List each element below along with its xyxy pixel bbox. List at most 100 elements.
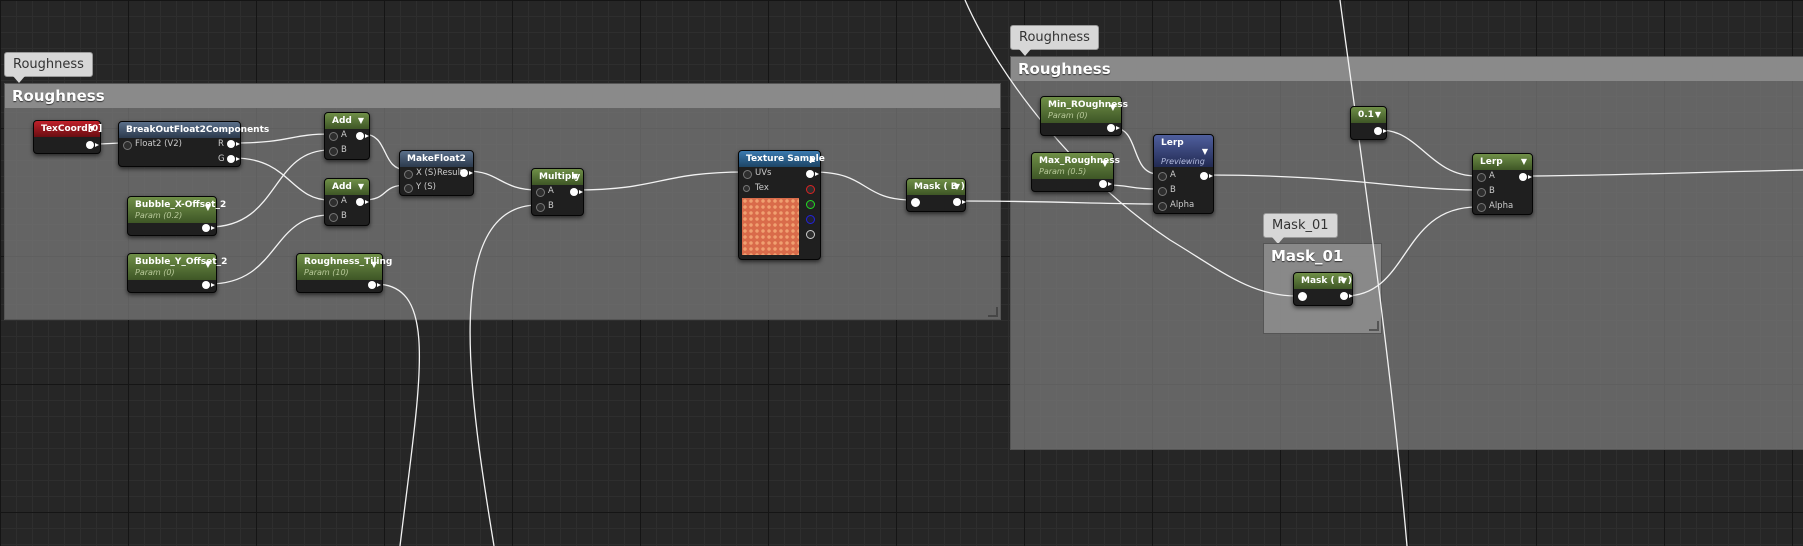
output-pin-a[interactable] <box>806 230 815 239</box>
node-header[interactable]: MakeFloat2 <box>400 151 473 167</box>
node-header[interactable]: Min_ROughness Param (0) ▼ <box>1041 97 1128 123</box>
collapse-arrow-icon[interactable]: ▼ <box>358 182 364 191</box>
input-pin-a[interactable] <box>1158 172 1167 181</box>
pin-label: B <box>341 211 347 221</box>
input-pin-x[interactable] <box>404 170 413 179</box>
input-pin-b[interactable] <box>329 147 338 156</box>
roughness-tiling-param-node[interactable]: Roughness_Tiling Param (10) ▼ <box>296 253 392 293</box>
collapse-arrow-icon[interactable]: ▼ <box>205 260 211 269</box>
input-pin-alpha[interactable] <box>1477 203 1486 212</box>
node-header[interactable]: Lerp ▼ <box>1473 154 1532 170</box>
output-pin-rgb[interactable] <box>806 170 819 178</box>
add-node[interactable]: Add ▼ A B <box>324 178 370 226</box>
node-header[interactable]: Bubble_Y_Offset_2 Param (0) ▼ <box>128 254 227 280</box>
collapse-arrow-icon[interactable]: ▼ <box>1521 157 1527 166</box>
collapse-arrow-icon[interactable]: ▼ <box>1375 110 1381 119</box>
output-pin[interactable] <box>1340 292 1353 300</box>
node-header[interactable]: Roughness_Tiling Param (10) ▼ <box>297 254 392 280</box>
lerp-node-previewing[interactable]: Lerp Previewing ▼ A B Alpha <box>1153 134 1214 214</box>
input-pin[interactable] <box>123 141 132 150</box>
input-pin-b[interactable] <box>536 203 545 212</box>
node-header[interactable]: Mask ( B ) ▼ <box>907 179 965 195</box>
output-pin-g[interactable] <box>227 155 240 163</box>
output-pin[interactable] <box>368 281 381 289</box>
output-pin[interactable] <box>570 188 583 196</box>
makefloat2-node[interactable]: MakeFloat2 X (S) Result Y (S) <box>399 150 474 196</box>
constant-node[interactable]: 0.1 ▼ <box>1350 106 1387 140</box>
mask-r-node[interactable]: Mask ( R ) ▼ <box>1293 272 1353 306</box>
output-pin[interactable] <box>356 132 369 140</box>
node-header[interactable]: Mask ( R ) ▼ <box>1294 273 1352 289</box>
collapse-arrow-icon[interactable]: ▲ <box>809 154 815 163</box>
texture-sample-node[interactable]: Texture Sample ▲ UVs Tex <box>738 150 825 260</box>
collapse-arrow-icon[interactable]: ▼ <box>1341 276 1347 285</box>
input-pin-a[interactable] <box>536 188 545 197</box>
node-header[interactable]: Lerp Previewing ▼ <box>1154 135 1213 167</box>
node-header[interactable]: Texture Sample ▲ <box>739 151 825 167</box>
input-pin-alpha[interactable] <box>1158 202 1167 211</box>
output-pin[interactable] <box>953 198 966 206</box>
pin-label: A <box>341 196 347 206</box>
lerp-node[interactable]: Lerp ▼ A B Alpha <box>1472 153 1533 215</box>
node-title: Min_ROughness <box>1048 100 1129 110</box>
collapse-arrow-icon[interactable]: ▼ <box>371 260 377 269</box>
output-pin[interactable] <box>356 198 369 206</box>
node-header[interactable]: Bubble_X-Offset_2 Param (0.2) ▼ <box>128 197 226 223</box>
mask-b-node[interactable]: Mask ( B ) ▼ <box>906 178 966 212</box>
output-pin[interactable] <box>1374 127 1387 135</box>
output-pin-b[interactable] <box>806 215 815 224</box>
collapse-arrow-icon[interactable]: ▼ <box>358 116 364 125</box>
input-pin-a[interactable] <box>1477 173 1486 182</box>
pin-label: Alpha <box>1170 200 1195 210</box>
output-pin[interactable] <box>202 281 215 289</box>
min-roughness-param-node[interactable]: Min_ROughness Param (0) ▼ <box>1040 96 1128 136</box>
output-pin-r[interactable] <box>227 140 240 148</box>
output-pin[interactable] <box>1519 173 1532 181</box>
breakout-float2-node[interactable]: BreakOutFloat2Components Float2 (V2) R G <box>118 121 269 167</box>
input-pin-uvs[interactable] <box>743 170 752 179</box>
input-pin-b[interactable] <box>1477 188 1486 197</box>
output-pin[interactable] <box>1200 172 1213 180</box>
output-pin[interactable] <box>1099 180 1112 188</box>
node-header[interactable]: Multiply ▼ <box>532 169 583 185</box>
input-pin-b[interactable] <box>1158 187 1167 196</box>
input-pin-tex[interactable] <box>743 185 750 192</box>
add-node[interactable]: Add ▼ A B <box>324 112 370 160</box>
input-pin-y[interactable] <box>404 184 413 193</box>
node-title: Lerp <box>1480 157 1503 167</box>
node-title: Lerp <box>1161 138 1184 148</box>
bubble-x-offset-param-node[interactable]: Bubble_X-Offset_2 Param (0.2) ▼ <box>127 196 226 236</box>
bubble-y-offset-param-node[interactable]: Bubble_Y_Offset_2 Param (0) ▼ <box>127 253 227 293</box>
pin-label: Y (S) <box>416 182 436 192</box>
collapse-arrow-icon[interactable]: ▼ <box>1102 159 1108 168</box>
node-header[interactable]: TexCoord[0] ▼ <box>34 121 102 137</box>
output-pin-r[interactable] <box>806 185 815 194</box>
node-header[interactable]: Max_Roughness Param (0.5) ▼ <box>1032 153 1120 179</box>
collapse-arrow-icon[interactable]: ▼ <box>572 172 578 181</box>
multiply-node[interactable]: Multiply ▼ A B <box>531 168 584 216</box>
texcoord-node[interactable]: TexCoord[0] ▼ <box>33 120 102 154</box>
node-header[interactable]: BreakOutFloat2Components <box>119 122 269 138</box>
output-pin[interactable] <box>460 169 473 177</box>
output-pin[interactable] <box>86 141 99 149</box>
input-pin-a[interactable] <box>329 198 338 207</box>
max-roughness-param-node[interactable]: Max_Roughness Param (0.5) ▼ <box>1031 152 1120 192</box>
input-pin[interactable] <box>1298 292 1307 301</box>
pin-label: B <box>1489 186 1495 196</box>
collapse-arrow-icon[interactable]: ▼ <box>1202 147 1208 156</box>
output-pin[interactable] <box>1107 124 1120 132</box>
output-pin[interactable] <box>202 224 215 232</box>
node-header[interactable]: 0.1 ▼ <box>1351 107 1386 123</box>
input-pin-b[interactable] <box>329 213 338 222</box>
input-pin-a[interactable] <box>329 132 338 141</box>
node-header[interactable]: Add ▼ <box>325 113 369 129</box>
collapse-arrow-icon[interactable]: ▼ <box>1110 103 1116 112</box>
node-header[interactable]: Add ▼ <box>325 179 369 195</box>
param-value: Param (0.2) <box>135 211 183 220</box>
collapse-arrow-icon[interactable]: ▼ <box>89 124 95 133</box>
output-pin-g[interactable] <box>806 200 815 209</box>
node-title: Bubble_X-Offset_2 <box>135 200 227 210</box>
input-pin[interactable] <box>911 198 920 207</box>
collapse-arrow-icon[interactable]: ▼ <box>954 182 960 191</box>
collapse-arrow-icon[interactable]: ▼ <box>205 203 211 212</box>
